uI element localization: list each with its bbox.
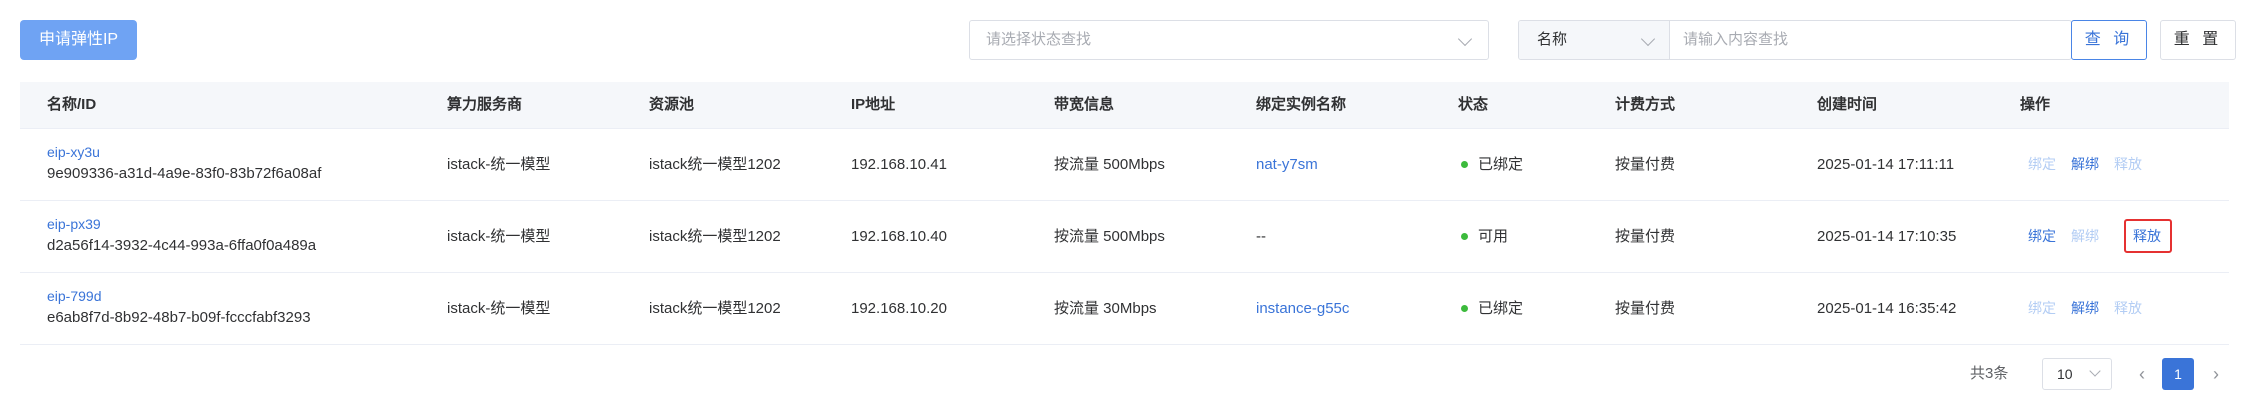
chevron-down-icon: [1640, 31, 1656, 47]
search-group: 名称 请输入内容查找: [1518, 20, 2072, 60]
eip-name-link[interactable]: eip-px39: [47, 214, 101, 234]
pool-cell: istack统一模型1202: [649, 300, 781, 317]
bandwidth-cell: 按流量 500Mbps: [1054, 156, 1165, 173]
billing-cell: 按量付费: [1615, 156, 1676, 173]
status-dot-icon: [1461, 161, 1468, 168]
header-created: 创建时间: [1817, 96, 1878, 113]
apply-elastic-ip-button[interactable]: 申请弹性IP: [20, 20, 137, 60]
pagination: 共3条 10 ‹ 1 ›: [0, 354, 2249, 394]
eip-id: 9e909336-a31d-4a9e-83f0-83b72f6a08af: [47, 165, 322, 182]
eip-table: 名称/ID 算力服务商 资源池 IP地址 带宽信息 绑定实例名称 状态 计费方式…: [20, 82, 2229, 345]
status-dot-icon: [1461, 233, 1468, 240]
header-name-id: 名称/ID: [47, 96, 97, 113]
bandwidth-cell: 按流量 500Mbps: [1054, 228, 1165, 245]
search-field-value: 名称: [1537, 31, 1568, 48]
header-status: 状态: [1458, 96, 1489, 113]
header-pool: 资源池: [649, 96, 695, 113]
next-page-icon[interactable]: ›: [2202, 358, 2230, 390]
header-bandwidth: 带宽信息: [1054, 96, 1115, 113]
page-size-select[interactable]: 10: [2042, 358, 2112, 390]
status-filter-placeholder: 请选择状态查找: [986, 31, 1092, 48]
instance-cell: --: [1256, 228, 1266, 245]
reset-button[interactable]: 重 置: [2160, 20, 2236, 60]
ip-cell: 192.168.10.20: [851, 300, 947, 317]
instance-link[interactable]: nat-y7sm: [1256, 129, 1318, 200]
eip-id: e6ab8f7d-8b92-48b7-b09f-fcccfabf3293: [47, 309, 311, 326]
chevron-down-icon: [2089, 365, 2101, 377]
eip-name-link[interactable]: eip-xy3u: [47, 142, 100, 162]
status-text: 已绑定: [1478, 156, 1524, 173]
created-cell: 2025-01-14 16:35:42: [1817, 300, 1957, 317]
bandwidth-cell: 按流量 30Mbps: [1054, 300, 1157, 317]
release-action[interactable]: 释放: [2114, 129, 2142, 200]
total-count: 共3条: [1970, 365, 2009, 382]
created-cell: 2025-01-14 17:11:11: [1817, 156, 1955, 173]
unbind-action[interactable]: 解绑: [2071, 273, 2099, 344]
billing-cell: 按量付费: [1615, 228, 1676, 245]
header-ip: IP地址: [851, 96, 896, 113]
billing-cell: 按量付费: [1615, 300, 1676, 317]
pool-cell: istack统一模型1202: [649, 156, 781, 173]
ip-cell: 192.168.10.40: [851, 228, 947, 245]
page-size-value: 10: [2057, 366, 2073, 382]
release-action[interactable]: 释放: [2114, 273, 2142, 344]
toolbar: 申请弹性IP 请选择状态查找 名称 请输入内容查找 查 询 重 置: [0, 0, 2249, 80]
table-row: eip-799d e6ab8f7d-8b92-48b7-b09f-fcccfab…: [20, 273, 2229, 345]
unbind-action[interactable]: 解绑: [2071, 129, 2099, 200]
created-cell: 2025-01-14 17:10:35: [1817, 228, 1957, 245]
table-header: 名称/ID 算力服务商 资源池 IP地址 带宽信息 绑定实例名称 状态 计费方式…: [20, 82, 2229, 129]
header-provider: 算力服务商: [447, 96, 523, 113]
instance-link[interactable]: instance-g55c: [1256, 273, 1349, 344]
bind-action[interactable]: 绑定: [2028, 273, 2056, 344]
status-filter-select[interactable]: 请选择状态查找: [969, 20, 1489, 60]
table-row: eip-px39 d2a56f14-3932-4c44-993a-6ffa0f0…: [20, 201, 2229, 273]
header-instance: 绑定实例名称: [1256, 96, 1347, 113]
table-row: eip-xy3u 9e909336-a31d-4a9e-83f0-83b72f6…: [20, 129, 2229, 201]
query-button[interactable]: 查 询: [2071, 20, 2147, 60]
status-text: 可用: [1478, 228, 1509, 245]
provider-cell: istack-统一模型: [447, 156, 551, 173]
prev-page-icon[interactable]: ‹: [2128, 358, 2156, 390]
page-number-current[interactable]: 1: [2162, 358, 2194, 390]
status-text: 已绑定: [1478, 300, 1524, 317]
header-billing: 计费方式: [1615, 96, 1676, 113]
status-dot-icon: [1461, 305, 1468, 312]
bind-action[interactable]: 绑定: [2028, 201, 2056, 272]
unbind-action[interactable]: 解绑: [2071, 201, 2099, 272]
eip-name-link[interactable]: eip-799d: [47, 286, 102, 306]
chevron-down-icon: [1457, 31, 1473, 47]
provider-cell: istack-统一模型: [447, 228, 551, 245]
eip-id: d2a56f14-3932-4c44-993a-6ffa0f0a489a: [47, 237, 317, 254]
ip-cell: 192.168.10.41: [851, 156, 947, 173]
header-actions: 操作: [2020, 96, 2051, 113]
search-field-select[interactable]: 名称: [1519, 21, 1670, 59]
provider-cell: istack-统一模型: [447, 300, 551, 317]
pool-cell: istack统一模型1202: [649, 228, 781, 245]
release-action[interactable]: 释放: [2133, 201, 2161, 272]
bind-action[interactable]: 绑定: [2028, 129, 2056, 200]
search-input[interactable]: 请输入内容查找: [1683, 21, 1788, 59]
